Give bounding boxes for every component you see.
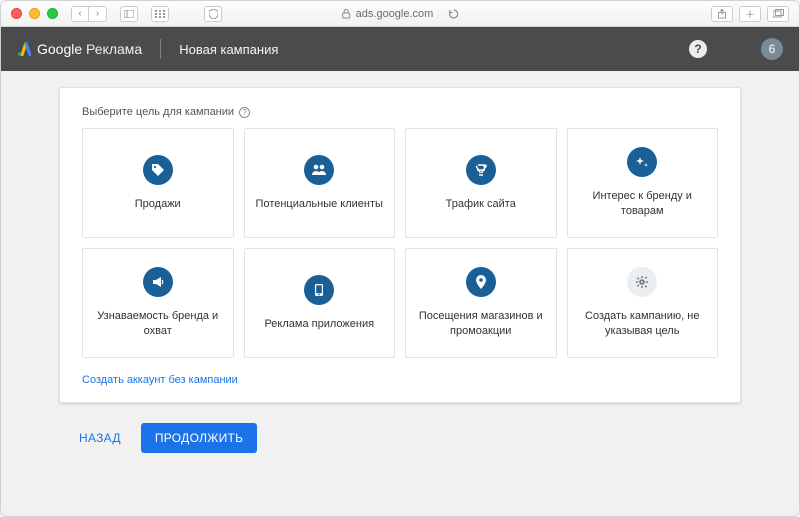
- google-ads-logo: Google Реклама: [17, 41, 142, 57]
- lock-icon: [342, 9, 351, 19]
- gear-icon: [627, 267, 657, 297]
- sidebar-toggle-button[interactable]: [120, 6, 138, 22]
- window-controls: [11, 8, 58, 19]
- goal-label: Трафик сайта: [446, 197, 516, 212]
- avatar[interactable]: 6: [761, 38, 783, 60]
- traffic-icon: [466, 155, 496, 185]
- nav-back-forward: ‹ ›: [71, 6, 107, 22]
- share-button[interactable]: [711, 6, 733, 22]
- sparkle-icon: [627, 147, 657, 177]
- continue-button[interactable]: ПРОДОЛЖИТЬ: [141, 423, 258, 453]
- goal-grid: Продажи Потенциальные клиенты Трафик сай…: [82, 128, 718, 358]
- shield-privacy-button[interactable]: [204, 6, 222, 22]
- phone-icon: [304, 275, 334, 305]
- minimize-window-button[interactable]: [29, 8, 40, 19]
- goal-tile-store-visits[interactable]: Посещения магазинов и промоакции: [405, 248, 557, 358]
- pin-icon: [466, 267, 496, 297]
- goal-tile-awareness[interactable]: Узнаваемость бренда и охват: [82, 248, 234, 358]
- page-title: Новая кампания: [179, 42, 278, 57]
- goal-tile-sales[interactable]: Продажи: [82, 128, 234, 238]
- megaphone-icon: [143, 267, 173, 297]
- goal-label: Создать кампанию, не указывая цель: [576, 309, 710, 339]
- goal-label: Посещения магазинов и промоакции: [414, 309, 548, 339]
- info-icon[interactable]: ?: [239, 107, 250, 118]
- brand-primary: Google: [37, 41, 82, 57]
- page-body: Выберите цель для кампании ? Продажи Пот…: [1, 71, 799, 516]
- goal-label: Интерес к бренду и товарам: [576, 189, 710, 219]
- maximize-window-button[interactable]: [47, 8, 58, 19]
- goal-tile-no-goal[interactable]: Создать кампанию, не указывая цель: [567, 248, 719, 358]
- brand-text: Google Реклама: [37, 41, 142, 57]
- back-button[interactable]: ‹: [71, 6, 89, 22]
- goal-label: Реклама приложения: [264, 317, 374, 332]
- avatar-initial: 6: [769, 42, 776, 56]
- forward-button[interactable]: ›: [89, 6, 107, 22]
- leads-icon: [304, 155, 334, 185]
- reader-reload-icon[interactable]: [448, 9, 458, 19]
- no-campaign-link-row: Создать аккаунт без кампании: [82, 370, 718, 388]
- address-bar[interactable]: ads.google.com: [332, 6, 469, 22]
- wizard-footer: НАЗАД ПРОДОЛЖИТЬ: [11, 409, 789, 463]
- google-ads-icon: [17, 42, 31, 56]
- browser-window: ‹ › ads.google.com ＋: [0, 0, 800, 517]
- header-divider: [160, 39, 161, 59]
- brand-secondary: Реклама: [86, 41, 142, 57]
- goal-label: Продажи: [135, 197, 181, 212]
- tabs-overview-button[interactable]: [767, 6, 789, 22]
- goal-tile-app-promo[interactable]: Реклама приложения: [244, 248, 396, 358]
- app-header: Google Реклама Новая кампания ? ​​ 6: [1, 27, 799, 71]
- goal-card: Выберите цель для кампании ? Продажи Пот…: [59, 87, 741, 403]
- back-step-button[interactable]: НАЗАД: [69, 423, 131, 453]
- close-window-button[interactable]: [11, 8, 22, 19]
- section-label: Выберите цель для кампании ?: [82, 106, 718, 118]
- goal-tile-traffic[interactable]: Трафик сайта: [405, 128, 557, 238]
- create-account-no-campaign-link[interactable]: Создать аккаунт без кампании: [82, 374, 238, 386]
- goal-tile-leads[interactable]: Потенциальные клиенты: [244, 128, 396, 238]
- new-tab-button[interactable]: ＋: [739, 6, 761, 22]
- section-label-text: Выберите цель для кампании: [82, 106, 234, 118]
- browser-titlebar: ‹ › ads.google.com ＋: [1, 1, 799, 27]
- url-text: ads.google.com: [356, 8, 434, 20]
- goal-label: Потенциальные клиенты: [256, 197, 383, 212]
- grid-apps-button[interactable]: [151, 6, 169, 22]
- goal-tile-brand-interest[interactable]: Интерес к бренду и товарам: [567, 128, 719, 238]
- goal-label: Узнаваемость бренда и охват: [91, 309, 225, 339]
- help-icon[interactable]: ?: [689, 40, 707, 58]
- tag-icon: [143, 155, 173, 185]
